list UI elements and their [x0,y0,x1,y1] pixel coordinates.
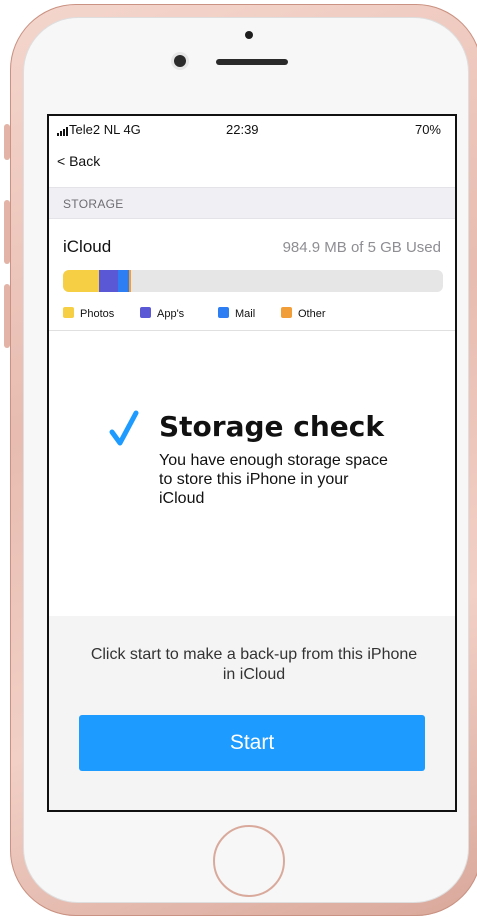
legend-item: App's [140,307,184,320]
icloud-storage-row: iCloud 984.9 MB of 5 GB Used Photos App's… [49,219,455,331]
section-header-label: STORAGE [63,197,124,211]
phone-screen: Tele2 NL 4G 22:39 70% < Back STORAGE iCl… [47,114,457,812]
storage-segment-apps [99,270,118,292]
storage-check-message: You have enough storage space to store t… [159,452,388,507]
legend-item: Photos [63,307,114,320]
legend-label: App's [157,308,185,320]
legend-item: Other [281,307,326,320]
legend-swatch [218,307,229,318]
storage-segment-other [129,270,131,292]
battery-percentage: 70% [414,122,441,137]
storage-check-title: Storage check [159,410,385,443]
front-camera [174,55,186,67]
start-button[interactable]: Start [79,715,425,771]
legend-swatch [140,307,151,318]
volume-down-button [4,284,10,348]
legend-label: Other [298,308,326,320]
back-button[interactable]: < Back [57,153,100,169]
backup-hint: Click start to make a back-up from this … [90,646,418,683]
legend-label: Mail [235,308,256,320]
checkmark-icon [109,410,139,446]
legend-swatch [281,307,292,318]
home-button[interactable] [213,825,285,897]
storage-segment-mail [118,270,129,292]
icloud-title: iCloud [63,237,112,256]
volume-up-button [4,200,10,264]
icloud-usage: 984.9 MB of 5 GB Used [282,239,441,256]
storage-section-header: STORAGE [49,187,455,219]
status-bar: Tele2 NL 4G 22:39 70% [49,116,455,142]
legend-label: Photos [80,308,115,320]
proximity-sensor [245,31,253,39]
carrier-label: Tele2 NL 4G [69,122,141,137]
storage-usage-bar [63,270,443,292]
legend-swatch [63,307,74,318]
storage-check-panel: Storage check You have enough storage sp… [49,331,455,616]
legend-item: Mail [218,307,255,320]
earpiece-speaker [216,59,288,65]
clock: 22:39 [226,122,259,137]
backup-panel: Click start to make a back-up from this … [49,616,455,810]
storage-segment-photos [63,270,99,292]
mute-switch [4,124,10,160]
